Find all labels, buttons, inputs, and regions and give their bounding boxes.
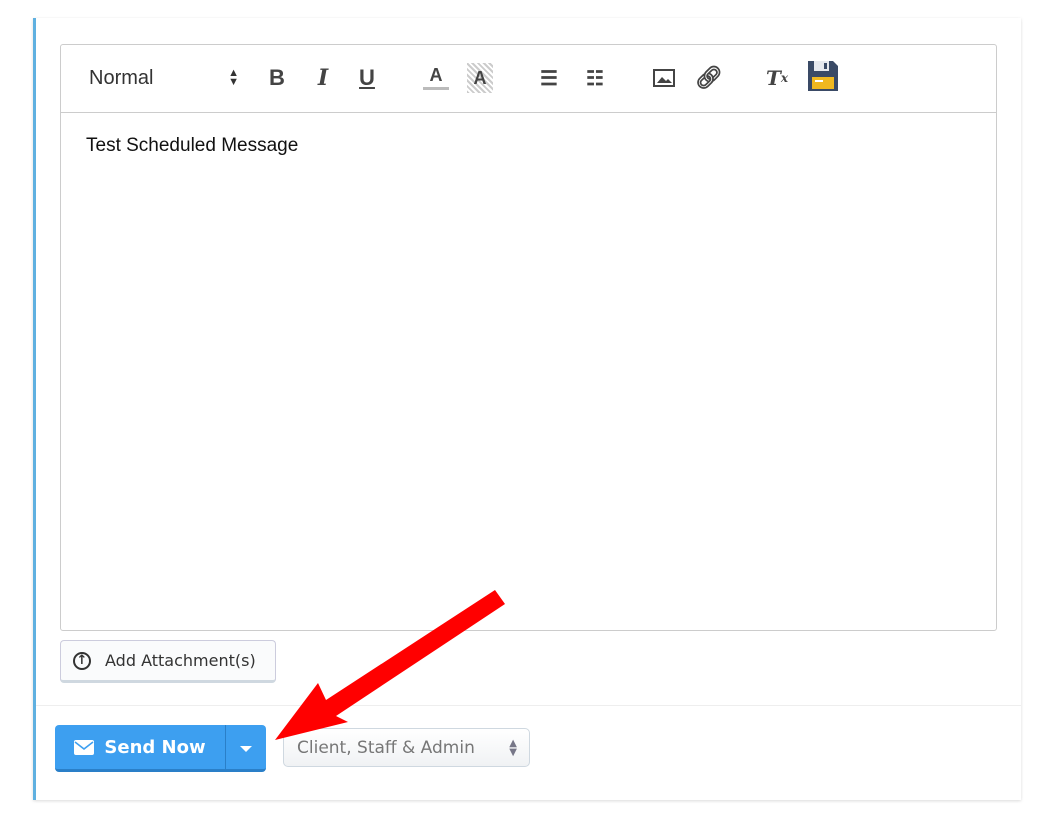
red-arrow-annotation (275, 590, 505, 740)
